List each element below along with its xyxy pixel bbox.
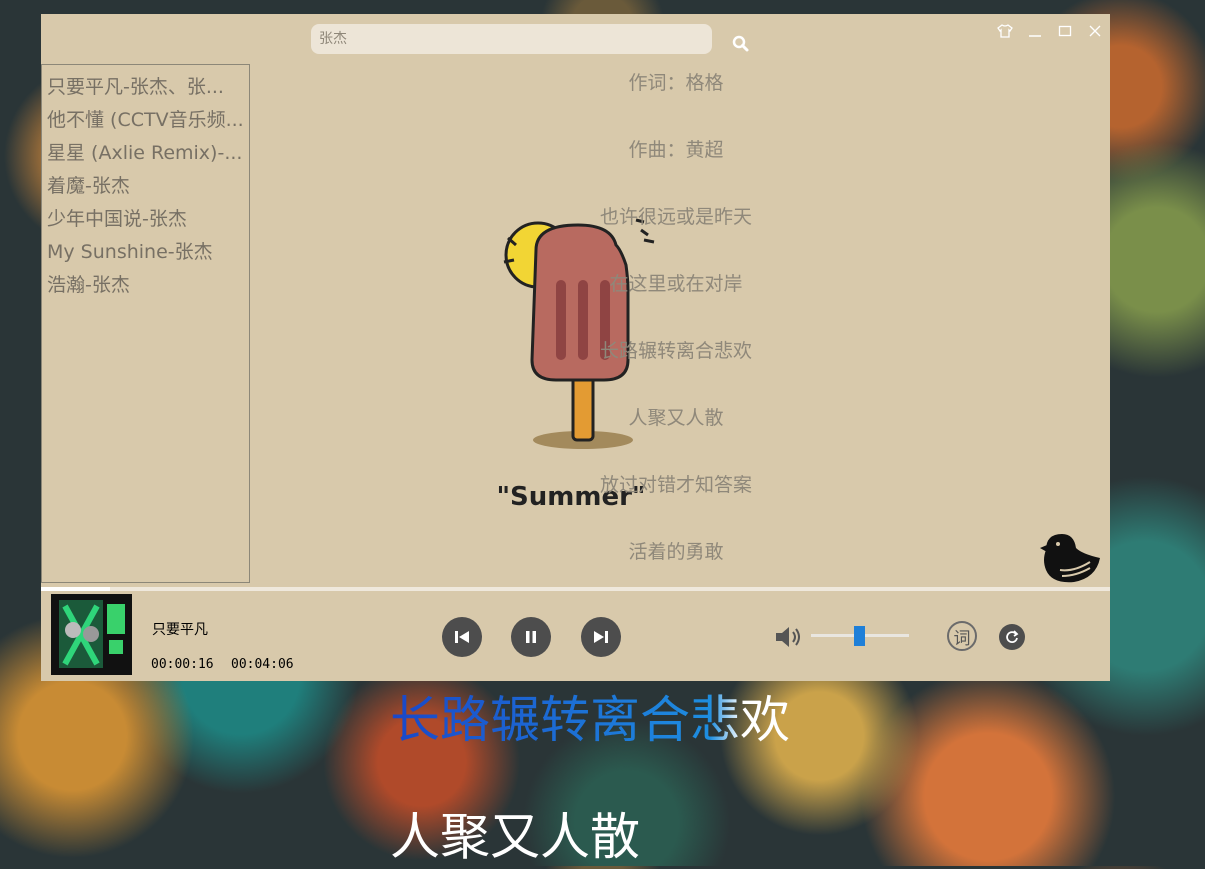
pause-icon <box>526 631 536 643</box>
player-window: 张杰 只要平凡-张杰、张... 他不懂 (CCTV音乐频... 星星 (Axli… <box>41 14 1110 681</box>
lyric-line: 长路辗转离合悲欢 <box>599 340 752 362</box>
previous-icon <box>455 631 469 643</box>
lyrics-toggle-button[interactable]: 词 <box>947 621 977 651</box>
total-time: 00:04:06 <box>231 657 294 672</box>
close-icon[interactable] <box>1086 22 1104 40</box>
lyrics-panel: 作词：格格 作曲：黄超 也许很远或是昨天 在这里或在对岸 长路辗转离合悲欢 人聚… <box>561 64 791 600</box>
search-input[interactable]: 张杰 <box>311 24 712 54</box>
playlist-item[interactable]: 浩瀚-张杰 <box>42 269 249 302</box>
maximize-icon[interactable] <box>1056 22 1074 40</box>
window-controls <box>996 22 1104 40</box>
previous-button[interactable] <box>442 617 482 657</box>
pause-button[interactable] <box>511 617 551 657</box>
desktop-lyric-next: 人聚又人散 <box>390 808 640 866</box>
repeat-icon[interactable] <box>999 624 1025 650</box>
skin-shirt-icon[interactable] <box>996 22 1014 40</box>
lyric-line: 在这里或在对岸 <box>609 273 743 295</box>
progress-fill <box>41 587 111 591</box>
playlist-item[interactable]: 他不懂 (CCTV音乐频... <box>42 104 249 137</box>
playlist-item[interactable]: My Sunshine-张杰 <box>42 236 249 269</box>
next-button[interactable] <box>581 617 621 657</box>
minimize-icon[interactable] <box>1026 22 1044 40</box>
playlist-item[interactable]: 只要平凡-张杰、张... <box>42 71 249 104</box>
album-cover <box>51 594 132 675</box>
volume-icon[interactable] <box>774 625 804 649</box>
next-icon <box>594 631 608 643</box>
lyric-line: 作词：格格 <box>628 72 724 94</box>
lyric-line: 人聚又人散 <box>628 407 724 429</box>
volume-slider-thumb[interactable] <box>854 626 865 646</box>
lyric-line: 作曲：黄超 <box>628 139 724 161</box>
bird-logo-icon[interactable] <box>1038 530 1104 586</box>
song-title: 只要平凡 <box>152 622 208 638</box>
lyric-line: 也许很远或是昨天 <box>599 206 752 228</box>
search-icon[interactable] <box>731 34 751 54</box>
playlist-item[interactable]: 星星 (Axlie Remix)-... <box>42 137 249 170</box>
playlist: 只要平凡-张杰、张... 他不懂 (CCTV音乐频... 星星 (Axlie R… <box>41 64 250 583</box>
playlist-item[interactable]: 少年中国说-张杰 <box>42 203 249 236</box>
lyric-line: 放过对错才知答案 <box>599 474 752 496</box>
progress-bar[interactable] <box>41 587 1110 591</box>
desktop-lyric-current: 长路辗转离合悲欢 <box>390 680 790 752</box>
playlist-item[interactable]: 着魔-张杰 <box>42 170 249 203</box>
current-time: 00:00:16 <box>151 657 214 672</box>
